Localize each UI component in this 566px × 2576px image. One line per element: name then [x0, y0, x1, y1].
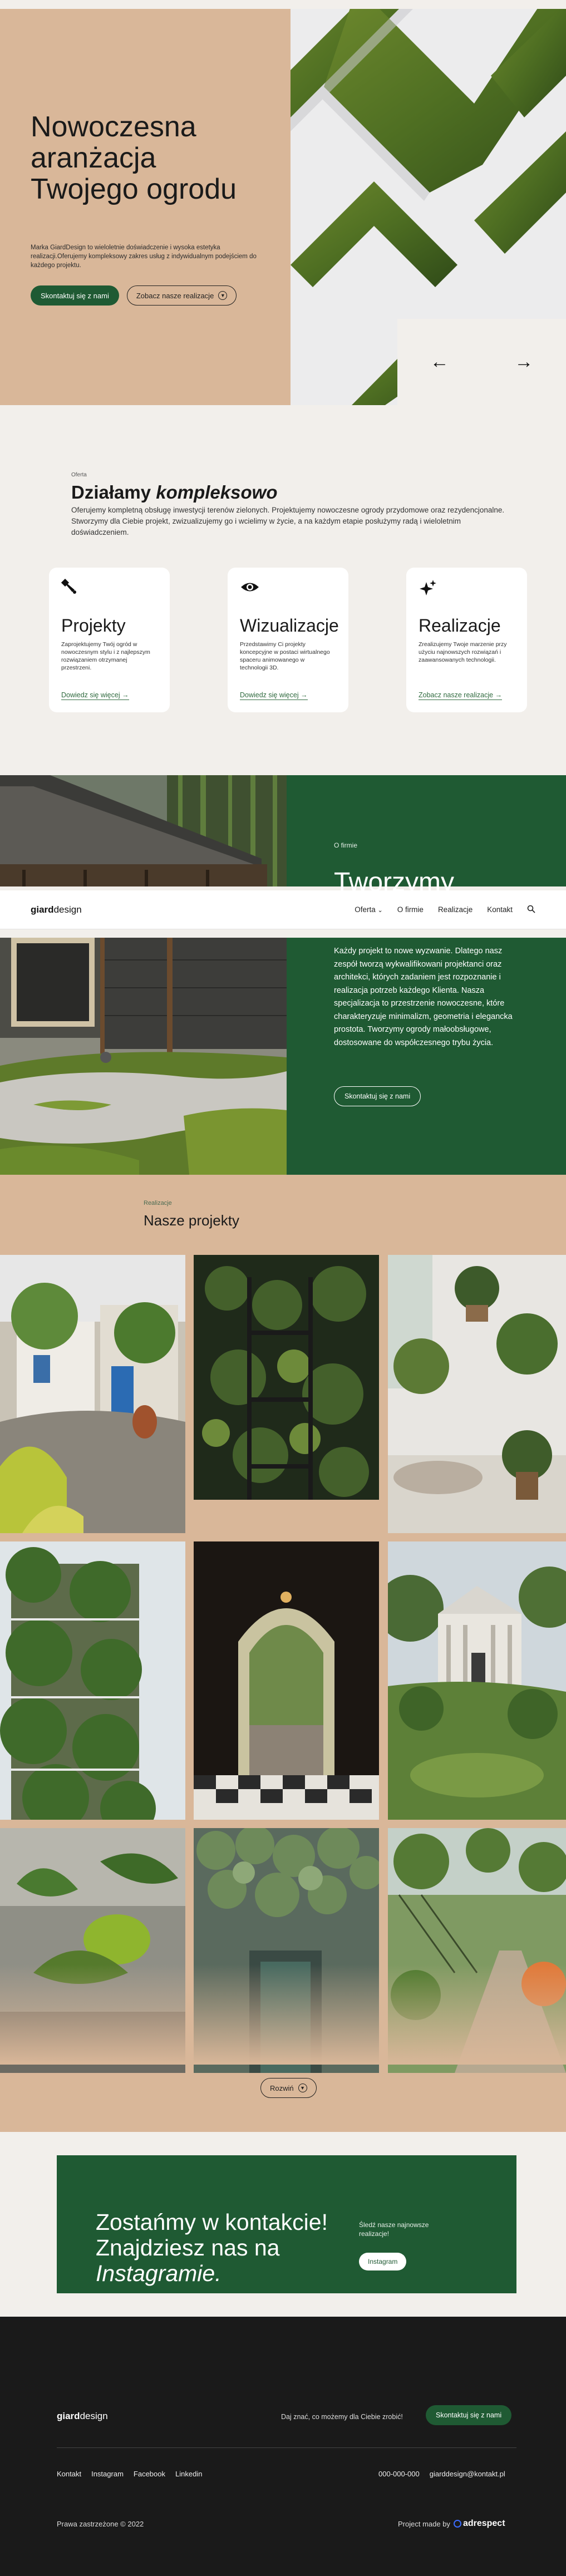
footer-made-by-label: Project made by	[398, 2519, 450, 2528]
footer-link-kontakt[interactable]: Kontakt	[57, 2470, 81, 2478]
footer-link-facebook[interactable]: Facebook	[134, 2470, 165, 2478]
footer-email[interactable]: giarddesign@kontakt.pl	[430, 2470, 505, 2478]
project-tile-archway[interactable]	[194, 1541, 379, 1820]
footer-divider	[57, 2447, 516, 2448]
pen-tool-icon	[61, 578, 158, 597]
offer-card-text: Zrealizujemy Twoje marzenie przy użyciu …	[419, 641, 507, 663]
footer-link-instagram[interactable]: Instagram	[91, 2470, 124, 2478]
footer-question: Daj znać, co możemy dla Ciebie zrobić!	[281, 2413, 403, 2421]
offer-title-emphasis: kompleksowo	[156, 482, 278, 503]
contact-title: Zostańmy w kontakcie! Znajdziesz nas na …	[96, 2209, 352, 2286]
offer-card-link[interactable]: Dowiedz się więcej →	[61, 691, 129, 700]
arrow-left-icon[interactable]: ←	[430, 351, 449, 373]
nav-item-o-firmie[interactable]: O firmie	[397, 905, 424, 914]
footer-links: Kontakt Instagram Facebook Linkedin	[57, 2470, 202, 2478]
offer-card-title: Wizualizacje	[240, 615, 339, 636]
offer-eyebrow: Oferta	[71, 472, 87, 478]
offer-card-text: Przedstawimy Ci projekty koncepcyjne w p…	[240, 641, 330, 671]
offer-card-projekty: Projekty Zaprojektujemy Twój ogród w now…	[49, 568, 170, 712]
offer-description: Oferujemy kompletną obsługę inwestycji t…	[71, 506, 505, 536]
sticky-navbar: giarddesign Oferta ⌄ O firmie Realizacje…	[0, 890, 566, 929]
slider-controls: ← →	[397, 319, 566, 405]
about-image-house-top	[0, 775, 287, 886]
hero-panel	[0, 9, 291, 405]
nav-item-realizacje[interactable]: Realizacje	[438, 905, 473, 914]
eye-icon	[240, 579, 336, 597]
offer-card-title: Realizacje	[419, 615, 501, 636]
sparkles-icon	[419, 579, 515, 597]
chevron-down-icon: ⌄	[377, 907, 383, 914]
arrow-right-icon[interactable]: →	[514, 351, 533, 373]
hero-title: Nowoczesna aranżacja Twojego ogrodu	[31, 111, 237, 205]
chevron-down-icon: ▼	[218, 291, 228, 300]
project-tile-vertical-forest[interactable]	[0, 1541, 185, 1820]
footer-made-by: Project made by adrespect	[398, 2519, 505, 2529]
offer-card-wizualizacje: Wizualizacje Przedstawimy Ci projekty ko…	[228, 568, 348, 712]
search-icon[interactable]	[527, 905, 535, 915]
about-contact-button[interactable]: Skontaktuj się z nami	[334, 1086, 421, 1106]
footer	[0, 2317, 566, 2576]
project-tile-street[interactable]	[0, 1255, 185, 1533]
footer-logo[interactable]: giarddesign	[57, 2411, 108, 2422]
offer-card-title: Projekty	[61, 615, 126, 636]
project-tile-interior[interactable]	[388, 1255, 566, 1533]
footer-link-linkedin[interactable]: Linkedin	[175, 2470, 202, 2478]
projects-eyebrow: Realizacje	[144, 1200, 172, 1206]
hero-realizations-button[interactable]: Zobacz nasze realizacje ▼	[126, 285, 237, 306]
nav-item-kontakt[interactable]: Kontakt	[487, 905, 513, 914]
about-image-garden	[0, 938, 287, 1175]
contact-side-text: Śledź nasze najnowsze realizacje!	[359, 2221, 429, 2238]
nav-links: Oferta ⌄ O firmie Realizacje Kontakt	[355, 905, 535, 915]
footer-phone[interactable]: 000-000-000	[378, 2470, 420, 2478]
instagram-button[interactable]: Instagram	[359, 2253, 407, 2270]
nav-item-oferta[interactable]: Oferta ⌄	[355, 905, 383, 914]
offer-title-plain: Działamy	[71, 482, 156, 503]
expand-button-label: Rozwiń	[270, 2084, 294, 2092]
projects-title: Nasze projekty	[144, 1212, 239, 1229]
offer-card-text: Zaprojektujemy Twój ogród w nowoczesnym …	[61, 641, 150, 671]
adrespect-logo-icon[interactable]: adrespect	[453, 2519, 505, 2529]
projects-fade	[0, 1964, 566, 2065]
contact-title-emphasis: Instagramie.	[96, 2260, 222, 2286]
offer-card-link[interactable]: Zobacz nasze realizacje →	[419, 691, 503, 700]
chevron-down-icon: ▼	[298, 2084, 307, 2092]
offer-card-realizacje: Realizacje Zrealizujemy Twoje marzenie p…	[406, 568, 527, 712]
hero-contact-button[interactable]: Skontaktuj się z nami	[31, 285, 119, 306]
footer-contact-info: 000-000-000 giarddesign@kontakt.pl	[378, 2470, 505, 2478]
contact-title-line1: Zostańmy w kontakcie!	[96, 2209, 328, 2235]
hero-realizations-label: Zobacz nasze realizacje	[136, 291, 214, 300]
logo[interactable]: giarddesign	[31, 904, 82, 915]
about-text: Każdy projekt to nowe wyzwanie. Dlatego …	[334, 947, 513, 1047]
offer-card-link[interactable]: Dowiedz się więcej →	[240, 691, 308, 700]
footer-contact-button[interactable]: Skontaktuj się z nami	[426, 2405, 512, 2425]
about-eyebrow: O firmie	[334, 841, 357, 849]
contact-title-line2: Znajdziesz nas na	[96, 2235, 280, 2260]
project-tile-green-wall[interactable]	[194, 1255, 379, 1500]
project-tile-manor[interactable]	[388, 1541, 566, 1820]
hero-buttons: Skontaktuj się z nami Zobacz nasze reali…	[31, 285, 237, 306]
offer-title: Działamy kompleksowo	[71, 482, 277, 503]
expand-button[interactable]: Rozwiń ▼	[260, 2078, 317, 2098]
hero-description: Marka GiardDesign to wieloletnie doświad…	[31, 244, 257, 269]
footer-copyright: Prawa zastrzeżone © 2022	[57, 2520, 144, 2528]
